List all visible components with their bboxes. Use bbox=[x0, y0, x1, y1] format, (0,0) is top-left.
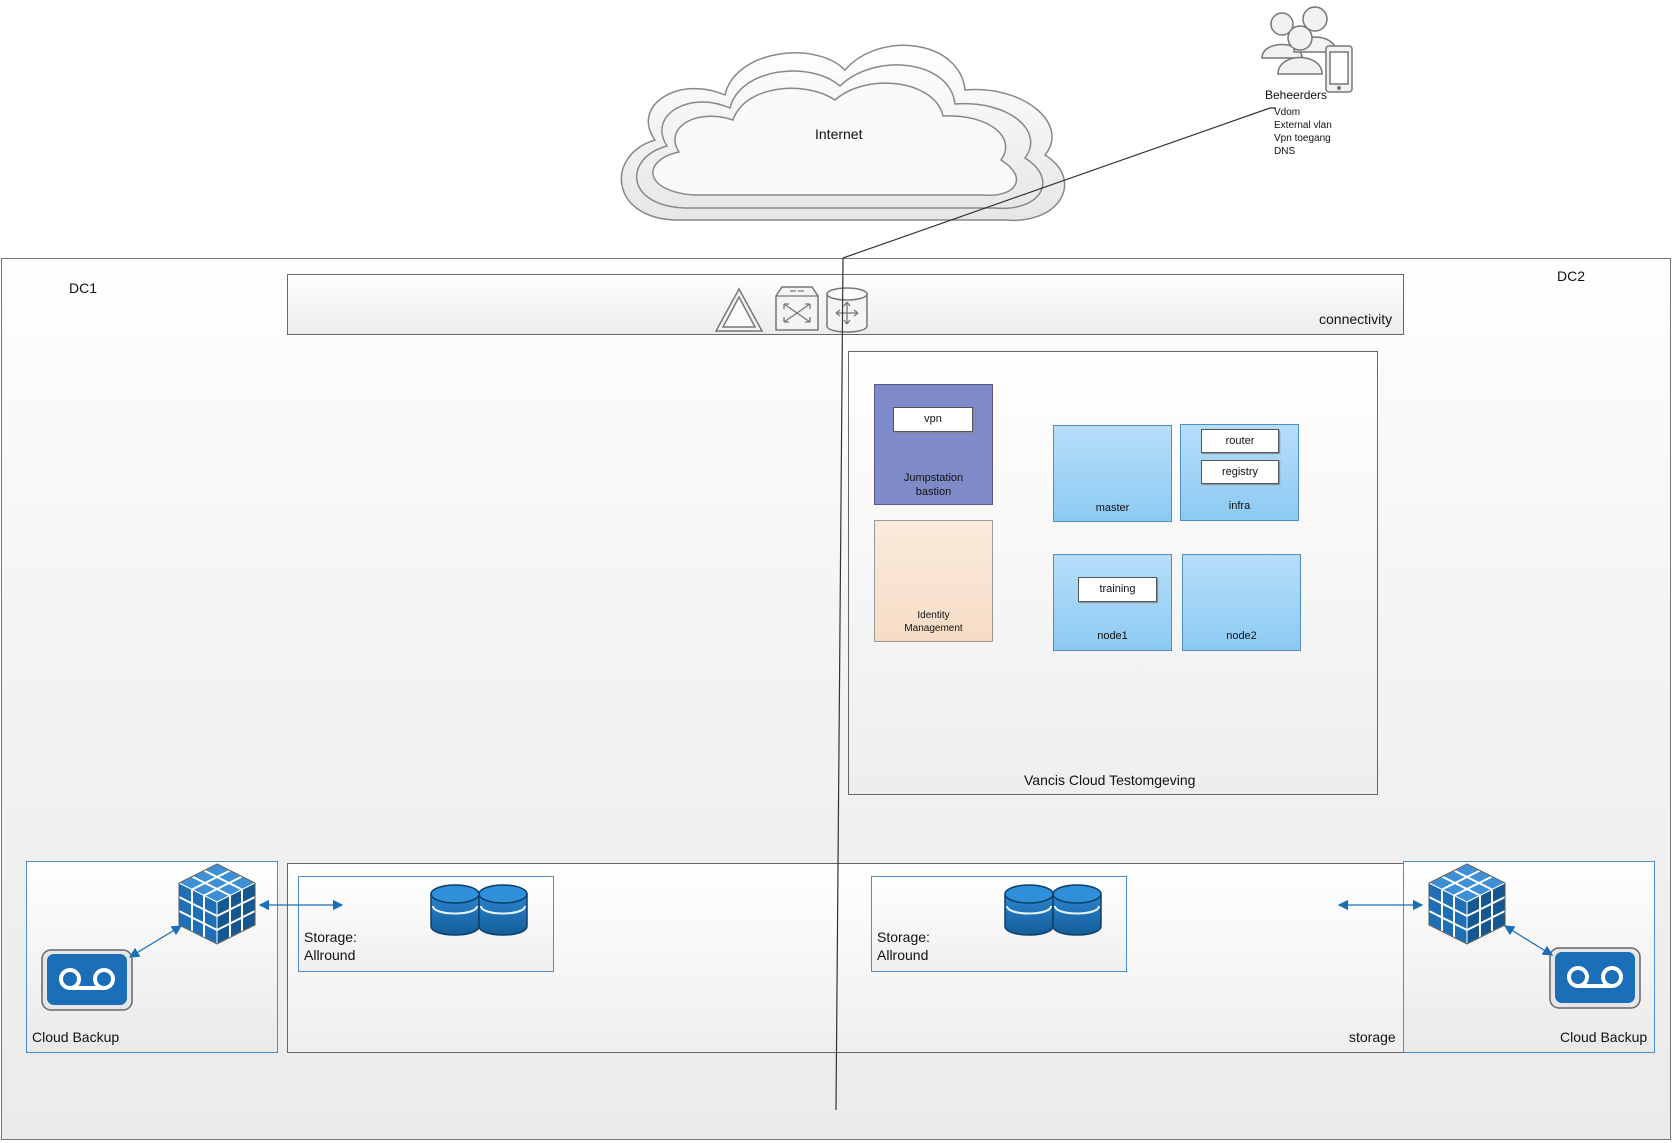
connector-lines bbox=[128, 107, 1554, 1111]
admin-link-line bbox=[842, 107, 1276, 259]
backbone-line bbox=[835, 257, 844, 1111]
backup-link-arrow bbox=[128, 899, 1554, 958]
